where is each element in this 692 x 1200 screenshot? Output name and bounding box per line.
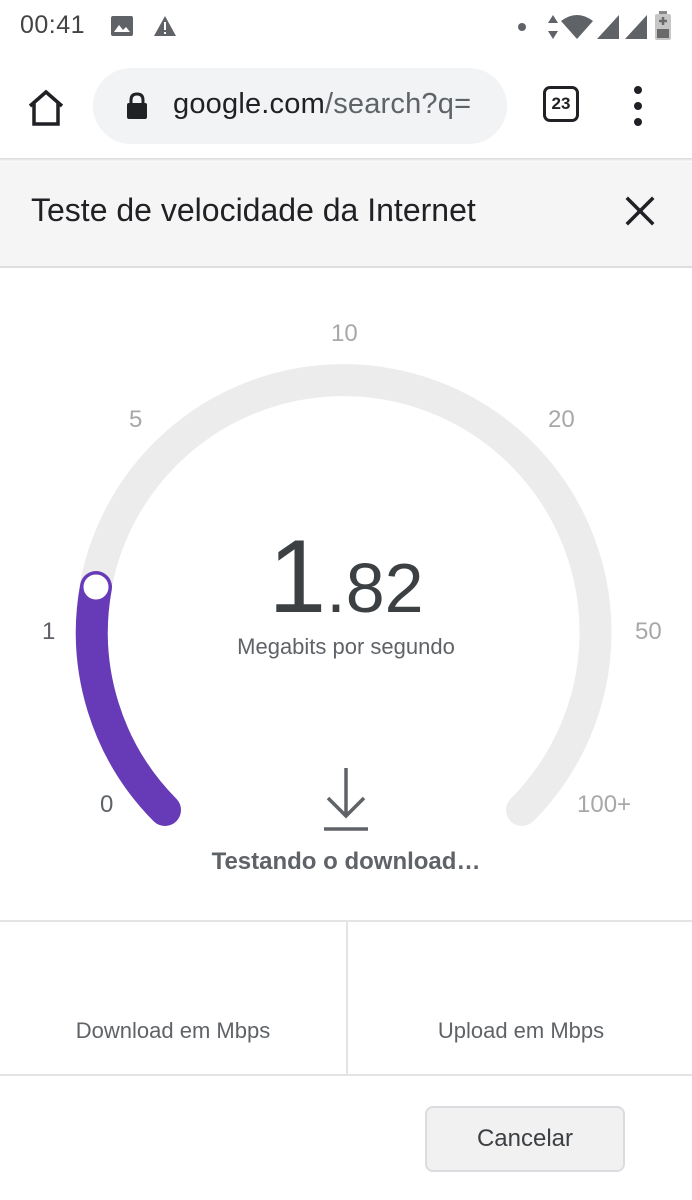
data-arrows-icon <box>548 15 558 39</box>
download-label: Download em Mbps <box>75 1018 271 1043</box>
gauge-tick: 10 <box>331 320 358 347</box>
dialog-header: Teste de velocidade da Internet <box>0 162 692 268</box>
lock-icon <box>127 92 147 119</box>
warning-icon <box>154 16 176 36</box>
url-path: /search?q= <box>324 88 472 120</box>
test-status: Testando o download… <box>211 848 481 875</box>
speed-gauge: 10 5 20 1 50 0 100+ 1.82 Megabits por se… <box>0 270 692 920</box>
download-result: Download em Mbps <box>0 922 346 1074</box>
gauge-tick: 100+ <box>577 791 632 818</box>
status-bar: 00:41 <box>0 0 692 54</box>
battery-icon <box>655 11 671 40</box>
signal-icon <box>597 15 619 39</box>
close-button[interactable] <box>622 193 658 229</box>
speed-value: 1.82 <box>0 518 692 637</box>
home-button[interactable] <box>22 84 70 132</box>
gauge-tick: 5 <box>129 406 143 433</box>
gauge-tick: 0 <box>100 791 114 818</box>
cancel-button[interactable]: Cancelar <box>425 1106 625 1172</box>
home-icon <box>28 89 64 126</box>
more-vert-icon[interactable] <box>626 86 650 126</box>
url-text: google.com/search?q= <box>173 88 471 121</box>
download-icon <box>324 768 368 831</box>
tab-switcher-button[interactable]: 23 <box>543 86 579 122</box>
speed-integer: 1 <box>268 519 327 635</box>
dialog-title: Teste de velocidade da Internet <box>31 192 476 228</box>
image-icon <box>111 16 133 36</box>
speed-decimal: .82 <box>326 549 424 627</box>
address-bar[interactable]: google.com/search?q= <box>93 68 507 144</box>
gauge-tick: 20 <box>548 406 575 433</box>
close-icon <box>625 196 655 226</box>
speed-unit: Megabits por segundo <box>237 634 455 659</box>
browser-toolbar: google.com/search?q= 23 <box>0 54 692 158</box>
results-panel: Download em Mbps Upload em Mbps <box>0 920 692 1076</box>
wifi-icon <box>561 15 593 39</box>
status-time: 00:41 <box>20 11 86 39</box>
signal-icon <box>625 15 647 39</box>
upload-result: Upload em Mbps <box>346 922 692 1074</box>
notification-dot-icon <box>518 23 526 31</box>
url-host: google.com <box>173 88 325 120</box>
upload-label: Upload em Mbps <box>437 1018 605 1043</box>
